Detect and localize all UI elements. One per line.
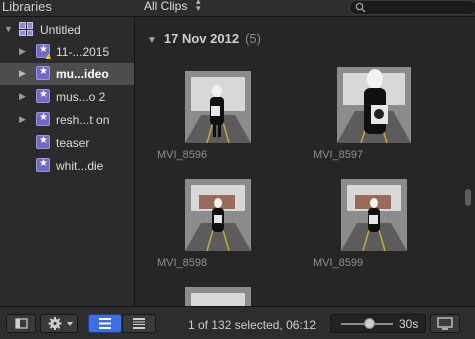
disclosure-open-icon[interactable]: ▼	[147, 35, 157, 46]
clip-browser: ▼ 17 Nov 2012 (5) MVI_8596 MVI_8597 MVI_…	[135, 17, 475, 306]
action-menu-button[interactable]	[40, 314, 78, 333]
tunnel-scene-image	[303, 63, 445, 143]
top-bar: Libraries All Clips ▴ ▾	[0, 0, 475, 17]
zoom-slider-knob[interactable]	[364, 318, 376, 329]
clip-name: MVI_8597	[313, 149, 364, 161]
date-group-header[interactable]: ▼ 17 Nov 2012 (5)	[147, 31, 261, 46]
search-icon	[355, 2, 366, 13]
event-item-selected[interactable]: ▶ ★ mu...ideo	[0, 63, 134, 85]
tunnel-scene-image	[303, 171, 445, 251]
clips-filter-label: All Clips	[144, 0, 188, 13]
clip-name: MVI_8596	[157, 149, 208, 161]
tunnel-scene-image	[147, 279, 289, 306]
bottom-toolbar: 1 of 132 selected, 06:12 30s	[0, 306, 475, 339]
tunnel-scene-image	[147, 171, 289, 251]
date-group-title: 17 Nov 2012	[163, 31, 240, 46]
clip-thumbnail[interactable]	[147, 171, 289, 251]
event-label: resh...t on	[56, 113, 110, 127]
library-untitled[interactable]: ▼ Untitled	[0, 19, 134, 41]
warning-icon: ▲	[44, 51, 53, 61]
filmstrip-view-button[interactable]	[122, 314, 156, 333]
date-group-count: (5)	[245, 31, 261, 46]
clips-filter-popup[interactable]: All Clips ▴ ▾	[138, 0, 210, 15]
event-label: whit...die	[56, 159, 104, 173]
event-item[interactable]: ★ teaser	[0, 132, 134, 154]
selection-status: 1 of 132 selected, 06:12	[188, 318, 317, 332]
libraries-sidebar: ▼ Untitled ▶ ★ ▲ 11-...2015 ▶ ★ mu...ideo…	[0, 17, 135, 306]
sidebar-toggle-icon	[15, 318, 28, 329]
clip-zoom-control: 30s	[330, 314, 426, 333]
library-label: Untitled	[40, 23, 81, 37]
event-star-icon: ★ ▲	[36, 44, 53, 61]
event-star-icon: ★	[36, 66, 50, 80]
vertical-scrollbar[interactable]	[465, 189, 471, 206]
event-item[interactable]: ▶ ★ ▲ 11-...2015	[0, 41, 134, 63]
event-item[interactable]: ★ whit...die	[0, 155, 134, 177]
disclosure-open-icon[interactable]: ▼	[4, 24, 13, 34]
clip-thumbnail[interactable]	[303, 63, 445, 143]
event-star-icon: ★	[36, 89, 50, 103]
tunnel-scene-image	[147, 63, 289, 143]
event-label: teaser	[56, 136, 90, 150]
event-item[interactable]: ▶ ★ resh...t on	[0, 109, 134, 131]
clip-thumbnail[interactable]	[147, 63, 289, 143]
clip-thumbnail[interactable]	[147, 279, 289, 306]
event-label: mus...o 2	[56, 90, 106, 104]
list-view-button[interactable]	[88, 314, 122, 333]
filmstrip-view-icon	[133, 318, 145, 329]
list-view-icon	[99, 318, 111, 329]
updown-arrows-icon: ▴ ▾	[196, 0, 201, 13]
library-icon	[19, 22, 33, 36]
event-label: mu...ideo	[56, 67, 109, 81]
event-label: 11-...2015	[56, 45, 110, 59]
search-input[interactable]	[349, 0, 475, 15]
show-libraries-button[interactable]	[6, 314, 36, 333]
gear-icon	[48, 317, 73, 330]
disclosure-closed-icon[interactable]: ▶	[19, 114, 26, 125]
disclosure-closed-icon[interactable]: ▶	[19, 46, 26, 57]
event-star-icon: ★	[36, 112, 50, 126]
clip-thumbnail[interactable]	[303, 171, 445, 251]
clip-name: MVI_8599	[313, 257, 364, 269]
clip-appearance-button[interactable]	[430, 314, 460, 333]
event-star-icon: ★	[36, 135, 50, 149]
disclosure-closed-icon[interactable]: ▶	[19, 68, 26, 79]
clip-name: MVI_8598	[157, 257, 208, 269]
disclosure-closed-icon[interactable]: ▶	[19, 91, 26, 102]
event-item[interactable]: ▶ ★ mus...o 2	[0, 86, 134, 108]
libraries-title: Libraries	[2, 0, 52, 14]
clip-appearance-icon	[437, 317, 453, 330]
event-star-icon: ★	[36, 158, 50, 172]
zoom-duration-label: 30s	[399, 317, 419, 331]
